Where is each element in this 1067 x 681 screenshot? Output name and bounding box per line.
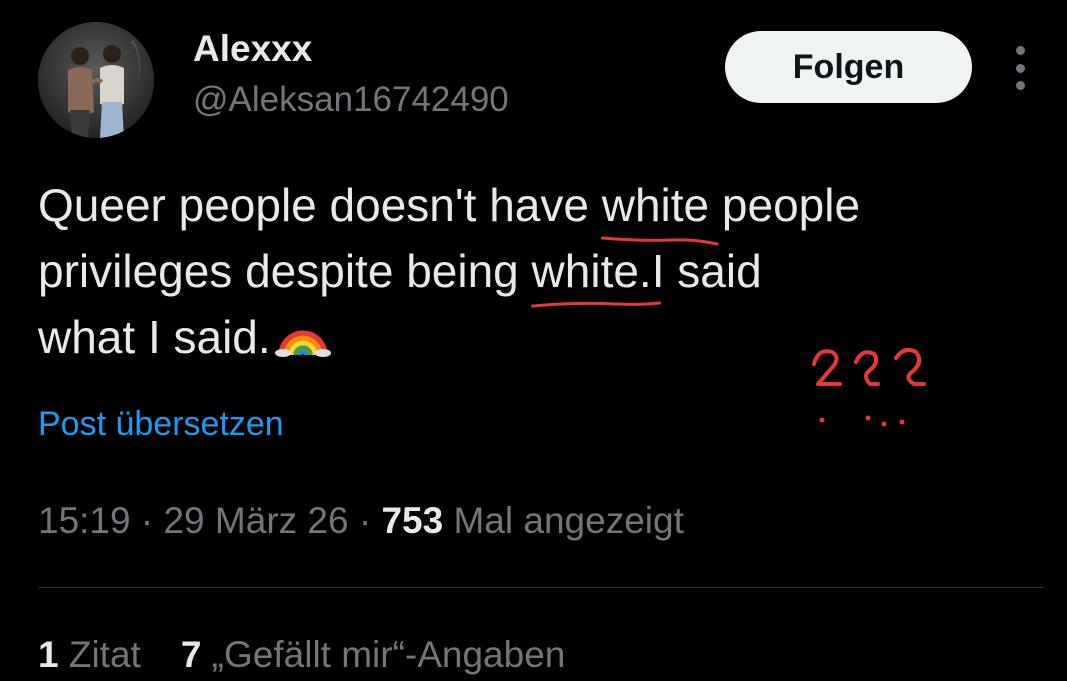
underlined-word-2-text: white.: [531, 245, 652, 297]
likes-label: „Gefällt mir“-Angaben: [201, 634, 566, 675]
views-count: 753: [381, 500, 444, 541]
underlined-word-1-text: white: [601, 179, 710, 231]
tweet-line-2: privileges despite being white. I said: [38, 238, 1048, 304]
more-dot: [1015, 46, 1025, 55]
tweet-meta: 15:19 · 29 März 26 · 753 Mal angezeigt: [38, 500, 684, 542]
author-display-name[interactable]: Alexxx: [193, 28, 312, 70]
quotes-stat[interactable]: 1 Zitat: [38, 634, 141, 675]
author-handle[interactable]: @Aleksan16742490: [193, 80, 509, 120]
translate-post-link[interactable]: Post übersetzen: [38, 405, 284, 444]
engagement-stats: 1 Zitat 7 „Gefällt mir“-Angaben: [38, 634, 565, 676]
meta-separator: ·: [130, 500, 164, 541]
tweet-line-3-text: what I said.: [38, 311, 271, 363]
quotes-label: Zitat: [58, 634, 141, 675]
red-question-marks: [812, 348, 926, 427]
tweet-date[interactable]: 29 März 26: [163, 500, 348, 541]
red-underline-2: [530, 298, 662, 314]
likes-stat[interactable]: 7 „Gefällt mir“-Angaben: [181, 634, 566, 675]
follow-button[interactable]: Folgen: [725, 31, 972, 103]
likes-count: 7: [180, 634, 202, 675]
avatar-image: [38, 22, 154, 138]
more-dot: [1015, 81, 1025, 90]
tweet-line-1: Queer people doesn't have white people: [38, 172, 1048, 238]
tweet-time[interactable]: 15:19: [38, 500, 131, 541]
tweet-line-2-prefix: privileges despite being: [38, 245, 532, 297]
tweet-line-1-suffix: people: [709, 179, 861, 231]
tweet-line-2-suffix: I said: [651, 245, 762, 297]
avatar[interactable]: [38, 22, 154, 138]
more-dot: [1015, 63, 1025, 73]
meta-separator: ·: [348, 500, 382, 541]
tweet-line-1-prefix: Queer people doesn't have: [38, 179, 602, 231]
quotes-count: 1: [38, 634, 59, 675]
more-vertical-icon[interactable]: [1008, 46, 1032, 90]
underlined-word-1: white: [602, 172, 709, 238]
divider: [38, 587, 1044, 588]
underlined-word-2: white.: [532, 238, 652, 304]
rainbow-emoji-icon: [274, 308, 331, 374]
views-label: Mal angezeigt: [443, 500, 684, 541]
